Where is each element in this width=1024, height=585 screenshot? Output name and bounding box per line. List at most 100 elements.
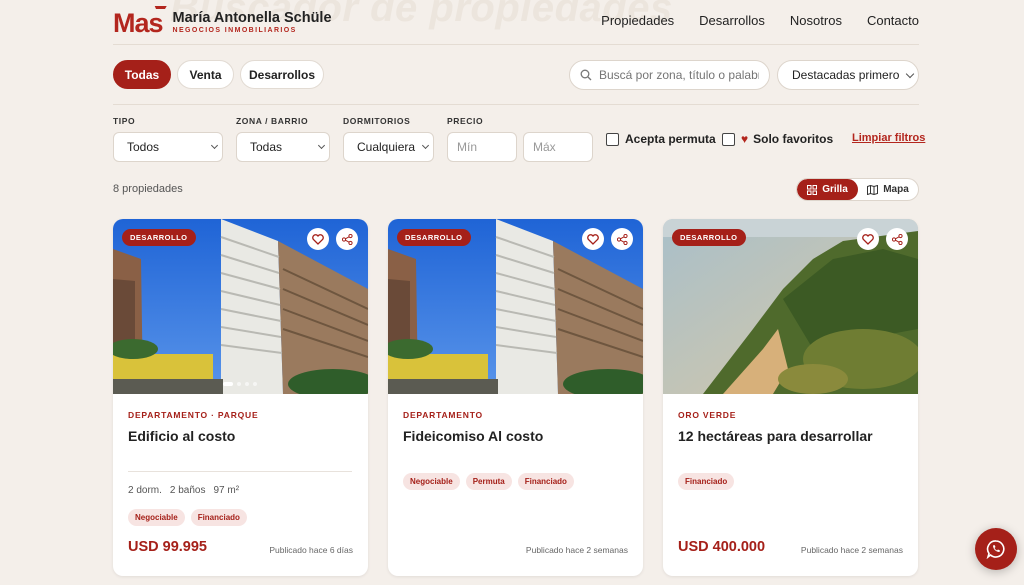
property-photo[interactable]: DESARROLLO (113, 219, 368, 394)
chevron-down-icon (210, 141, 219, 150)
search-box[interactable] (569, 60, 770, 90)
logo-text: María Antonella Schüle NEGOCIOS INMOBILI… (173, 10, 332, 36)
tag: Financiado (517, 473, 574, 490)
property-photo[interactable]: DESARROLLO (663, 219, 918, 394)
favoritos-label: Solo favoritos (753, 132, 834, 146)
status-badge: DESARROLLO (672, 229, 746, 246)
property-title[interactable]: Edificio al costo (128, 428, 235, 444)
filter-dormitorios-select[interactable]: Cualquiera (343, 132, 434, 162)
tag: Negociable (128, 509, 185, 526)
nav-propiedades[interactable]: Propiedades (601, 13, 674, 28)
toolbar-divider (113, 104, 919, 105)
tab-desarrollos[interactable]: Desarrollos (240, 60, 324, 89)
checkbox-box (606, 132, 619, 146)
logo-mark: Mas (113, 6, 167, 38)
chevron-down-icon (421, 141, 430, 150)
filter-label-tipo: TIPO (113, 116, 136, 126)
permuta-checkbox[interactable]: Acepta permuta (606, 132, 716, 146)
heart-outline-icon (312, 233, 324, 245)
logo-tagline: NEGOCIOS INMOBILIARIOS (172, 27, 297, 34)
price-min-input[interactable]: Mín (447, 132, 517, 162)
filter-label-zona: ZONA / BARRIO (236, 116, 309, 126)
filter-zona-value: Todas (250, 140, 283, 154)
tag: Permuta (465, 473, 512, 490)
view-grid-button[interactable]: Grilla (797, 179, 858, 200)
published-date: Publicado hace 6 días (269, 545, 353, 555)
property-tags: Negociable Financiado (128, 509, 247, 526)
clear-filters-link[interactable]: Limpiar filtros (852, 132, 925, 144)
favorite-button[interactable] (857, 228, 879, 250)
favorite-button[interactable] (582, 228, 604, 250)
grid-icon (807, 184, 818, 195)
tag: Financiado (190, 509, 247, 526)
header-divider (113, 44, 919, 45)
chevron-down-icon (905, 69, 915, 79)
card-divider (128, 471, 352, 472)
nav-nosotros[interactable]: Nosotros (790, 13, 842, 28)
property-price: USD 400.000 (678, 539, 766, 555)
heart-outline-icon (587, 233, 599, 245)
favorite-button[interactable] (307, 228, 329, 250)
heart-icon: ♥ (741, 132, 749, 146)
property-card[interactable]: DESARROLLO DEPARTAMENTO Fideicomiso Al c… (388, 219, 643, 576)
share-button[interactable] (886, 228, 908, 250)
carousel-dots[interactable] (223, 382, 257, 386)
property-category: DEPARTAMENTO · PARQUE (128, 410, 259, 420)
tag: Financiado (678, 473, 735, 490)
status-badge: DESARROLLO (397, 229, 471, 246)
tab-todas[interactable]: Todas (113, 60, 171, 89)
spec-area: 97 m² (213, 485, 240, 496)
filter-tipo-select[interactable]: Todos (113, 132, 223, 162)
property-photo[interactable]: DESARROLLO (388, 219, 643, 394)
heart-outline-icon (862, 233, 874, 245)
sort-select[interactable]: Destacadas primero (777, 60, 919, 90)
sort-value: Destacadas primero (792, 68, 900, 82)
favoritos-checkbox[interactable]: ♥ Solo favoritos (722, 132, 833, 146)
published-date: Publicado hace 2 semanas (525, 545, 628, 555)
share-button[interactable] (611, 228, 633, 250)
price-max-input[interactable]: Máx (523, 132, 593, 162)
filter-label-dormitorios: DORMITORIOS (343, 116, 411, 126)
whatsapp-button[interactable] (975, 528, 1017, 570)
property-price: USD 99.995 (128, 539, 207, 555)
checkbox-box (722, 132, 735, 146)
filter-tipo-value: Todos (127, 140, 160, 154)
chevron-down-icon (317, 141, 326, 150)
share-button[interactable] (336, 228, 358, 250)
site-logo[interactable]: Mas María Antonella Schüle NEGOCIOS INMO… (113, 6, 332, 38)
view-map-button[interactable]: Mapa (858, 179, 918, 200)
tab-venta[interactable]: Venta (177, 60, 234, 89)
property-tags: Financiado (678, 473, 735, 490)
results-count: 8 propiedades (113, 183, 183, 195)
whatsapp-icon (986, 540, 1005, 559)
map-icon (867, 184, 879, 195)
tag: Negociable (403, 473, 460, 490)
search-input[interactable] (599, 68, 759, 82)
site-header: Mas María Antonella Schüle NEGOCIOS INMO… (0, 0, 1024, 44)
property-tags: Negociable Permuta Financiado (403, 473, 574, 490)
property-specs: 2 dorm. 2 baños 97 m² (128, 485, 239, 496)
share-icon (891, 233, 903, 245)
published-date: Publicado hace 2 semanas (800, 545, 903, 555)
nav-contacto[interactable]: Contacto (867, 13, 919, 28)
share-icon (341, 233, 353, 245)
filter-zona-select[interactable]: Todas (236, 132, 330, 162)
status-badge: DESARROLLO (122, 229, 196, 246)
search-icon (580, 69, 592, 81)
property-card[interactable]: DESARROLLO DEPARTAMENTO · PARQUE Edifici… (113, 219, 368, 576)
nav-desarrollos[interactable]: Desarrollos (699, 13, 765, 28)
share-icon (616, 233, 628, 245)
filter-dormitorios-value: Cualquiera (357, 140, 416, 154)
property-title[interactable]: 12 hectáreas para desarrollar (678, 428, 873, 444)
property-category: DEPARTAMENTO (403, 410, 483, 420)
spec-bedrooms: 2 dorm. (128, 485, 162, 496)
permuta-label: Acepta permuta (625, 132, 716, 146)
spec-bathrooms: 2 baños (169, 485, 206, 496)
main-nav: Propiedades Desarrollos Nosotros Contact… (601, 13, 919, 28)
property-title[interactable]: Fideicomiso Al costo (403, 428, 543, 444)
property-card[interactable]: DESARROLLO ORO VERDE 12 hectáreas para d… (663, 219, 918, 576)
filter-label-precio: PRECIO (447, 116, 484, 126)
property-category: ORO VERDE (678, 410, 737, 420)
logo-name: María Antonella Schüle (172, 10, 332, 26)
view-toggle: Grilla Mapa (796, 178, 919, 201)
